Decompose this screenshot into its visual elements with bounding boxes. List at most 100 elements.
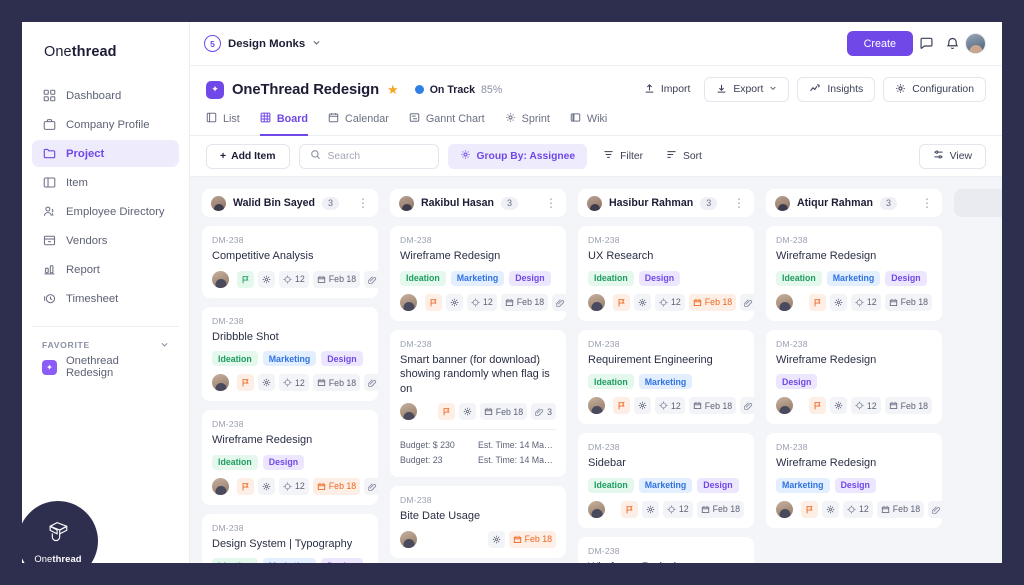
task-card[interactable]: DM-238 Bite Date Usage Feb 18 [390, 486, 566, 558]
sidebar-item-item[interactable]: Item [32, 169, 179, 196]
tab-wiki[interactable]: Wiki [570, 112, 607, 136]
favorite-item-onethread-redesign[interactable]: ✦ Onethread Redesign [32, 354, 179, 380]
board-column-placeholder [954, 189, 1002, 563]
search-input[interactable] [327, 150, 428, 162]
task-assignee-avatar[interactable] [776, 500, 793, 518]
task-assignee-avatar[interactable] [400, 530, 417, 548]
task-card[interactable]: DM-238 Design System | Typography Ideation… [202, 513, 378, 563]
timer-icon [667, 504, 676, 514]
column-menu-icon[interactable]: ⋮ [357, 197, 369, 209]
create-button[interactable]: Create [846, 31, 913, 56]
tab-sprint[interactable]: Sprint [505, 112, 550, 136]
task-meta: 12 Feb 18 3 [212, 477, 378, 495]
user-avatar[interactable] [965, 33, 986, 54]
configuration-button[interactable]: Configuration [883, 77, 986, 102]
main-area: 5 Design Monks Create ✦ OneThread Redesi… [190, 22, 1002, 563]
column-menu-icon[interactable]: ⋮ [921, 197, 933, 209]
import-button[interactable]: Import [637, 77, 697, 102]
task-assignee-avatar[interactable] [588, 293, 605, 311]
status-badge: On Track 85% [414, 84, 502, 96]
task-assignee-avatar[interactable] [776, 293, 793, 311]
project-icon: ✦ [206, 80, 224, 99]
download-icon [716, 83, 727, 97]
task-card[interactable]: DM-238 UX Research IdeationDesign 12 Feb 18 3 [578, 226, 754, 321]
task-card[interactable]: DM-238 Wireframe Redesign Ideation Marketin… [766, 226, 942, 321]
flag-icon-chip [808, 293, 826, 311]
task-title: Bite Date Usage [400, 510, 481, 523]
tab-list[interactable]: List [206, 112, 240, 136]
column-menu-icon[interactable]: ⋮ [545, 197, 557, 209]
task-assignee-avatar[interactable] [400, 403, 417, 421]
task-id: DM-238 [776, 338, 808, 349]
calendar-icon [317, 378, 326, 387]
view-button[interactable]: View [918, 143, 986, 169]
task-assignee-avatar[interactable] [212, 374, 229, 392]
task-title: UX Research [588, 250, 654, 262]
workspace-switcher[interactable]: 5 Design Monks [204, 35, 321, 52]
task-assignee-avatar[interactable] [400, 293, 417, 311]
flag-icon-chip [613, 397, 630, 415]
task-card[interactable]: DM-238 Requirement Engineering Ideation Mar… [578, 329, 754, 425]
clock-icon [42, 292, 56, 306]
task-card[interactable]: DM-238 Competitive Analysis 12 Feb 18 3 [202, 226, 378, 298]
task-card[interactable]: DM-238 Wireframe Redesign Ideation Design 12… [202, 410, 378, 505]
insights-button[interactable]: Insights [797, 77, 876, 102]
task-tags: IdeationMarketingDesign [400, 270, 556, 286]
sidebar-item-employee-directory[interactable]: Employee Directory [32, 198, 179, 225]
export-button[interactable]: Export [704, 77, 790, 102]
sidebar-item-label: Vendors [66, 234, 108, 247]
app-logo: Onethread [32, 22, 179, 78]
task-card[interactable]: DM-238 Wireframe Redesign Ideation Marketin… [390, 226, 566, 321]
messages-icon[interactable] [913, 31, 939, 57]
sidebar-item-vendors[interactable]: Vendors [32, 227, 179, 254]
task-card[interactable]: DM-238 Wireframe Redesign Marketing Design 1… [766, 433, 942, 528]
upload-icon [644, 83, 655, 97]
sidebar-item-company-profile[interactable]: Company Profile [32, 111, 179, 138]
time-estimate-chip: 12 [843, 500, 873, 518]
button-label: Filter [620, 150, 644, 162]
sidebar-item-dashboard[interactable]: Dashboard [32, 82, 179, 109]
favorite-star-icon[interactable]: ★ [387, 82, 399, 98]
group-by-button[interactable]: Group By: Assignee [447, 143, 588, 169]
task-card[interactable]: DM-238 Sidebar Ideation Marketing Design 12 Fe… [578, 433, 754, 528]
project-actions: Import Export Insights Configuration [637, 77, 986, 102]
flag-icon [805, 505, 814, 514]
tab-board[interactable]: Board [259, 112, 309, 136]
calendar-icon [693, 298, 702, 307]
assignee-avatar [587, 195, 602, 211]
task-assignee-avatar[interactable] [776, 397, 793, 415]
tab-gannt-chart[interactable]: Gannt Chart [409, 112, 485, 136]
filter-button[interactable]: Filter [596, 144, 650, 169]
kanban-board[interactable]: Walid Bin Sayed 3 ⋮ DM-238 Competitive Analy… [190, 177, 1002, 563]
task-id: DM-238 [212, 522, 244, 533]
calendar-icon [484, 407, 493, 416]
task-assignee-avatar[interactable] [212, 477, 229, 495]
task-card[interactable]: DM-238 Wireframe Redesign Design 12 Feb 18 [766, 329, 942, 425]
task-assignee-avatar[interactable] [588, 500, 605, 518]
paperclip-icon [368, 275, 377, 284]
column-menu-icon[interactable]: ⋮ [733, 197, 745, 209]
brand-light: One [44, 44, 72, 60]
sidebar-item-report[interactable]: Report [32, 256, 179, 283]
sidebar-item-project[interactable]: Project [32, 140, 179, 167]
favorite-section-header[interactable]: FAVORITE [32, 326, 179, 350]
sidebar-item-timesheet[interactable]: Timesheet [32, 285, 179, 312]
task-assignee-avatar[interactable] [588, 397, 605, 415]
task-card[interactable]: DM-238Wireframe RedesignIdeationDesign [578, 536, 754, 563]
chip-label: Feb 18 [704, 400, 733, 411]
task-card[interactable]: DM-238 Smart banner (for download) showin… [390, 329, 566, 478]
chevron-down-icon [160, 336, 169, 354]
add-item-button[interactable]: + Add Item [206, 143, 290, 169]
column-header: Walid Bin Sayed 3 ⋮ [202, 189, 378, 217]
sort-button[interactable]: Sort [659, 144, 709, 169]
task-title: Wireframe Redesign [400, 250, 501, 262]
search-box[interactable] [298, 143, 439, 169]
time-estimate-chip: 12 [850, 293, 881, 311]
task-card[interactable]: DM-238 Dribbble Shot Ideation Marketing Desi… [202, 306, 378, 402]
task-assignee-avatar[interactable] [212, 270, 229, 288]
tab-calendar[interactable]: Calendar [328, 112, 389, 136]
task-title: Dribbble Shot [212, 330, 279, 343]
tag-marketing: Marketing [638, 374, 693, 390]
gantt-icon [409, 112, 420, 126]
notifications-bell-icon[interactable] [939, 31, 965, 57]
